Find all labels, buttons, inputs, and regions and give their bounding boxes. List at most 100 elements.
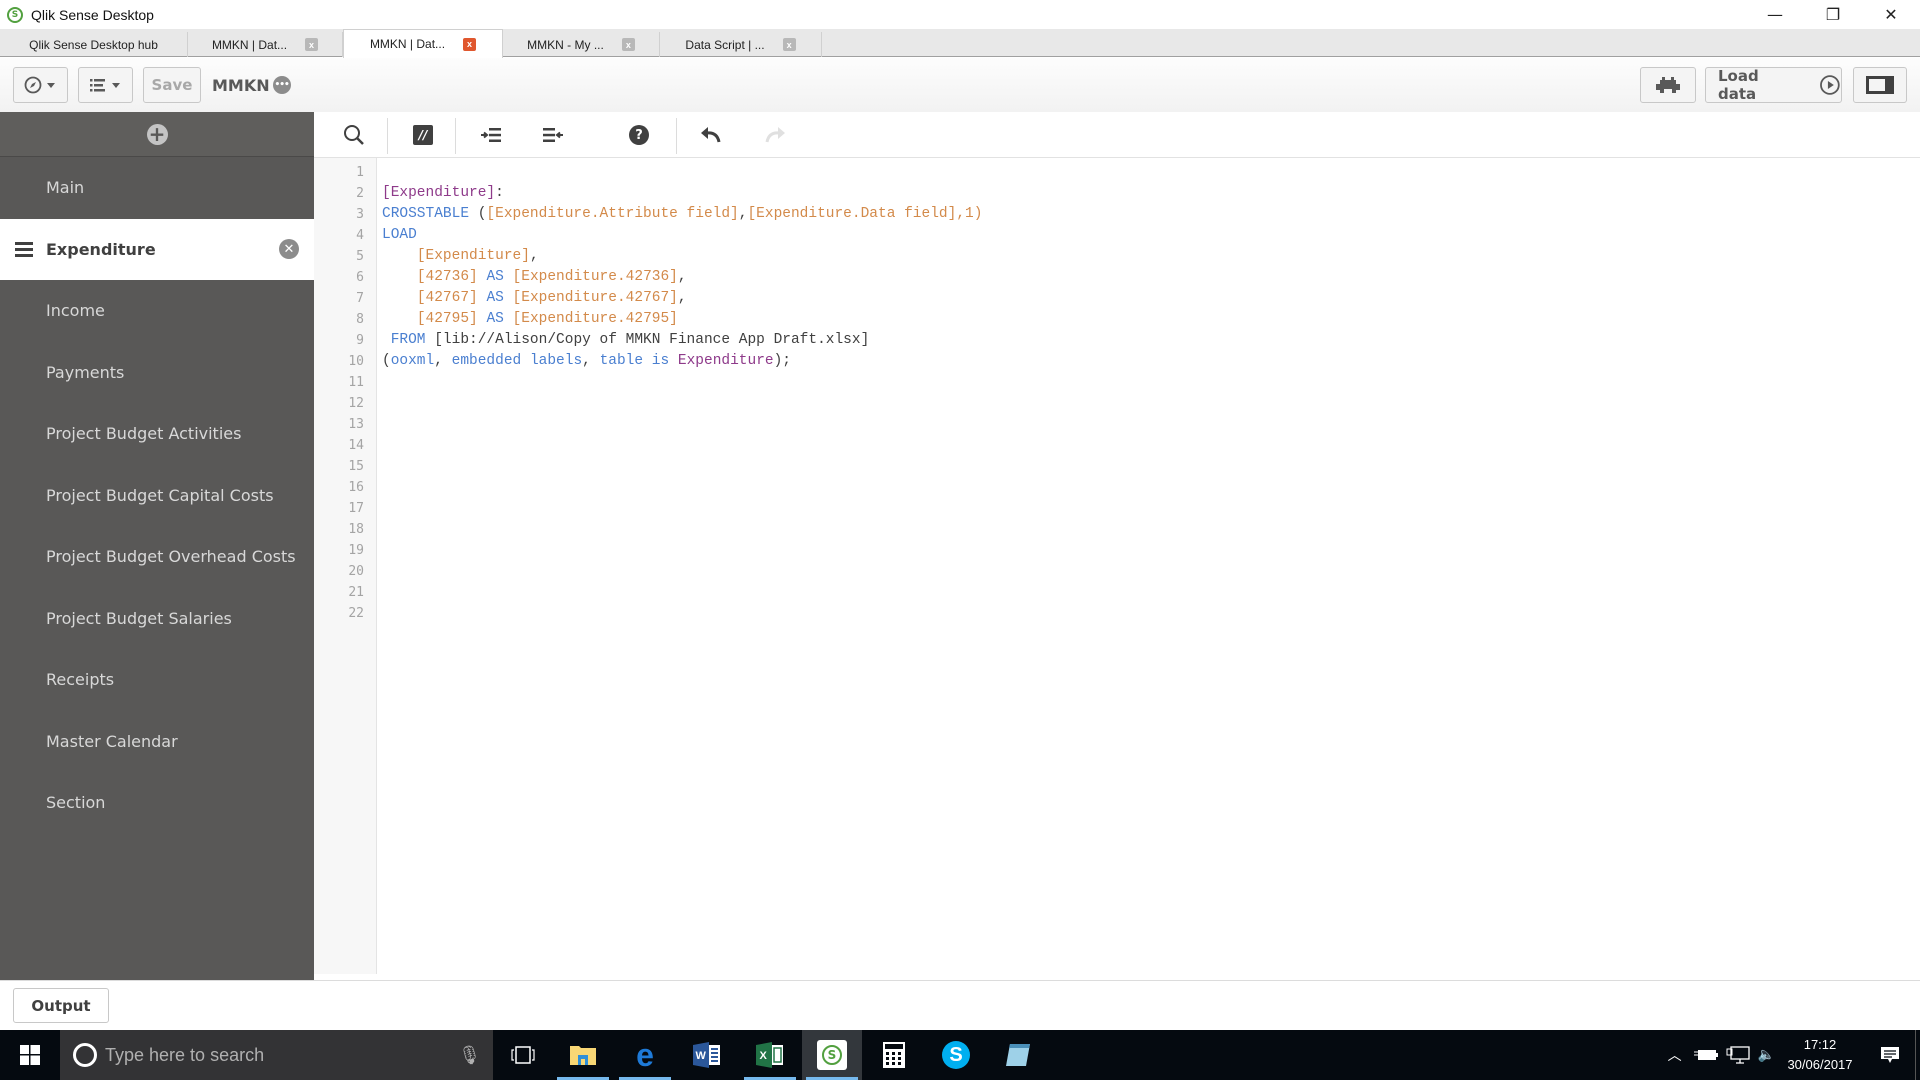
code-token-txt: , [582, 353, 600, 369]
sidebar-item-project-budget-capital-costs[interactable]: Project Budget Capital Costs [0, 465, 314, 527]
tab-close-icon[interactable]: x [463, 37, 477, 51]
panel-toggle-button[interactable] [1853, 67, 1907, 103]
taskbar-search-box[interactable]: Type here to search 🎙 [60, 1030, 493, 1080]
code-line[interactable]: [Expenditure]: [382, 183, 504, 204]
code-line[interactable]: FROM [lib://Alison/Copy of MMKN Finance … [382, 330, 870, 351]
microphone-icon[interactable]: 🎙 [458, 1045, 481, 1066]
app-menu-button[interactable] [78, 67, 133, 103]
debug-button[interactable] [1640, 67, 1696, 103]
save-button[interactable]: Save [143, 67, 201, 103]
help-button[interactable]: ? [624, 120, 654, 150]
taskbar-notepad[interactable] [988, 1030, 1048, 1080]
sidebar-item-master-calendar[interactable]: Master Calendar [0, 711, 314, 773]
start-button[interactable] [0, 1030, 60, 1080]
load-data-button[interactable]: Load data [1705, 67, 1842, 103]
code-line[interactable]: (ooxml, embedded labels, table is Expend… [382, 351, 791, 372]
debug-bug-icon [1656, 77, 1680, 93]
code-token-fld: [Expenditure] [416, 248, 530, 264]
taskbar-skype[interactable]: S [926, 1030, 986, 1080]
code-line[interactable]: CROSSTABLE ([Expenditure.Attribute field… [382, 204, 982, 225]
tab-close-icon[interactable]: x [621, 38, 635, 51]
sidebar-item-receipts[interactable]: Receipts [0, 649, 314, 711]
sidebar-item-main[interactable]: Main [0, 157, 314, 219]
script-editor[interactable]: 1 2 3 4 5 6 7 8 9 10 11 12 13 14 15 16 17 18 19 20 21 22 [Exp… [314, 158, 1920, 980]
navigation-button[interactable] [13, 67, 68, 103]
code-line[interactable]: [42736] AS [Expenditure.42736], [382, 267, 687, 288]
sidebar-item-label: Income [46, 301, 105, 321]
taskbar-excel[interactable]: X [740, 1030, 800, 1080]
line-number: 5 [356, 249, 364, 264]
drag-handle-icon[interactable] [15, 241, 33, 257]
tab-close-icon[interactable]: x [782, 38, 796, 51]
code-line[interactable]: LOAD [382, 225, 417, 246]
tab-mmkn-my[interactable]: MMKN - My ... x [503, 32, 660, 57]
taskbar-edge[interactable]: e [615, 1030, 675, 1080]
line-number: 21 [348, 585, 364, 600]
comment-button[interactable]: // [408, 120, 438, 150]
tab-mmkn-data-1[interactable]: MMKN | Dat... x [188, 32, 343, 57]
line-number: 14 [348, 438, 364, 453]
sidebar-item-project-budget-activities[interactable]: Project Budget Activities [0, 403, 314, 465]
windows-taskbar: Type here to search 🎙 e W X S S ︿ 🔈 17:1… [0, 1030, 1920, 1080]
code-token-kw: AS [486, 290, 504, 306]
minimize-button[interactable]: — [1746, 0, 1804, 29]
taskbar-word[interactable]: W [677, 1030, 737, 1080]
code-token-fld: ,1) [956, 206, 983, 222]
delete-section-icon[interactable]: ✕ [279, 239, 299, 260]
calculator-icon [883, 1042, 905, 1068]
editor-toolbar: // ? [314, 112, 1920, 158]
code-line[interactable]: [42767] AS [Expenditure.42767], [382, 288, 687, 309]
sidebar-item-section[interactable]: Section [0, 772, 314, 834]
taskbar-qlik-sense[interactable]: S [802, 1030, 862, 1080]
search-button[interactable] [339, 120, 369, 150]
code-token-txt: ); [773, 353, 792, 369]
undo-button[interactable] [696, 120, 726, 150]
network-icon[interactable] [1726, 1046, 1750, 1064]
sidebar-item-expenditure[interactable]: Expenditure ✕ [0, 218, 314, 280]
indent-button[interactable] [476, 120, 506, 150]
add-section-icon[interactable]: + [146, 123, 168, 145]
tab-label: MMKN | Dat... [211, 37, 288, 52]
outdent-button[interactable] [538, 120, 568, 150]
taskbar-file-explorer[interactable] [553, 1030, 613, 1080]
clock-time: 17:12 [1803, 1037, 1837, 1052]
sidebar-item-payments[interactable]: Payments [0, 342, 314, 404]
undo-icon [701, 127, 721, 143]
code-token-kw: embedded labels [451, 353, 583, 369]
more-icon[interactable]: ••• [272, 76, 291, 94]
tab-close-icon[interactable]: x [305, 38, 319, 51]
tab-data-script[interactable]: Data Script | ... x [660, 32, 822, 57]
battery-icon[interactable] [1693, 1048, 1718, 1062]
outdent-icon [543, 128, 563, 142]
tab-mmkn-data-2[interactable]: MMKN | Dat... x [343, 29, 503, 58]
line-number: 20 [348, 564, 364, 579]
code-token-txt: , [529, 248, 539, 264]
redo-icon [765, 127, 785, 143]
output-button[interactable]: Output [13, 988, 109, 1023]
sidebar-item-income[interactable]: Income [0, 280, 314, 342]
close-button[interactable]: ✕ [1862, 0, 1920, 29]
volume-icon[interactable]: 🔈 [1758, 1047, 1775, 1063]
task-view-button[interactable] [493, 1030, 553, 1080]
code-token-txt: : [495, 185, 504, 201]
panel-toggle-icon [1866, 76, 1894, 94]
action-center-icon[interactable] [1865, 1046, 1915, 1064]
restore-button[interactable]: ❐ [1804, 0, 1862, 29]
clock[interactable]: 17:12 30/06/2017 [1775, 1035, 1865, 1075]
show-hidden-icons-icon[interactable]: ︿ [1662, 1045, 1688, 1065]
redo-button[interactable] [760, 120, 790, 150]
code-line[interactable]: [42795] AS [Expenditure.42795] [382, 309, 678, 330]
sidebar-item-project-budget-overhead-costs[interactable]: Project Budget Overhead Costs [0, 526, 314, 588]
app-name-label: MMKN [212, 75, 270, 95]
code-token-kw: AS [486, 311, 504, 327]
code-token-kw: LOAD [382, 227, 417, 243]
line-number: 6 [356, 270, 364, 285]
code-line[interactable]: [Expenditure], [382, 246, 539, 267]
sidebar-item-project-budget-salaries[interactable]: Project Budget Salaries [0, 588, 314, 650]
tab-hub[interactable]: Qlik Sense Desktop hub [0, 32, 188, 57]
app-title: MMKN ••• [212, 76, 291, 95]
taskbar-calculator[interactable] [864, 1030, 924, 1080]
